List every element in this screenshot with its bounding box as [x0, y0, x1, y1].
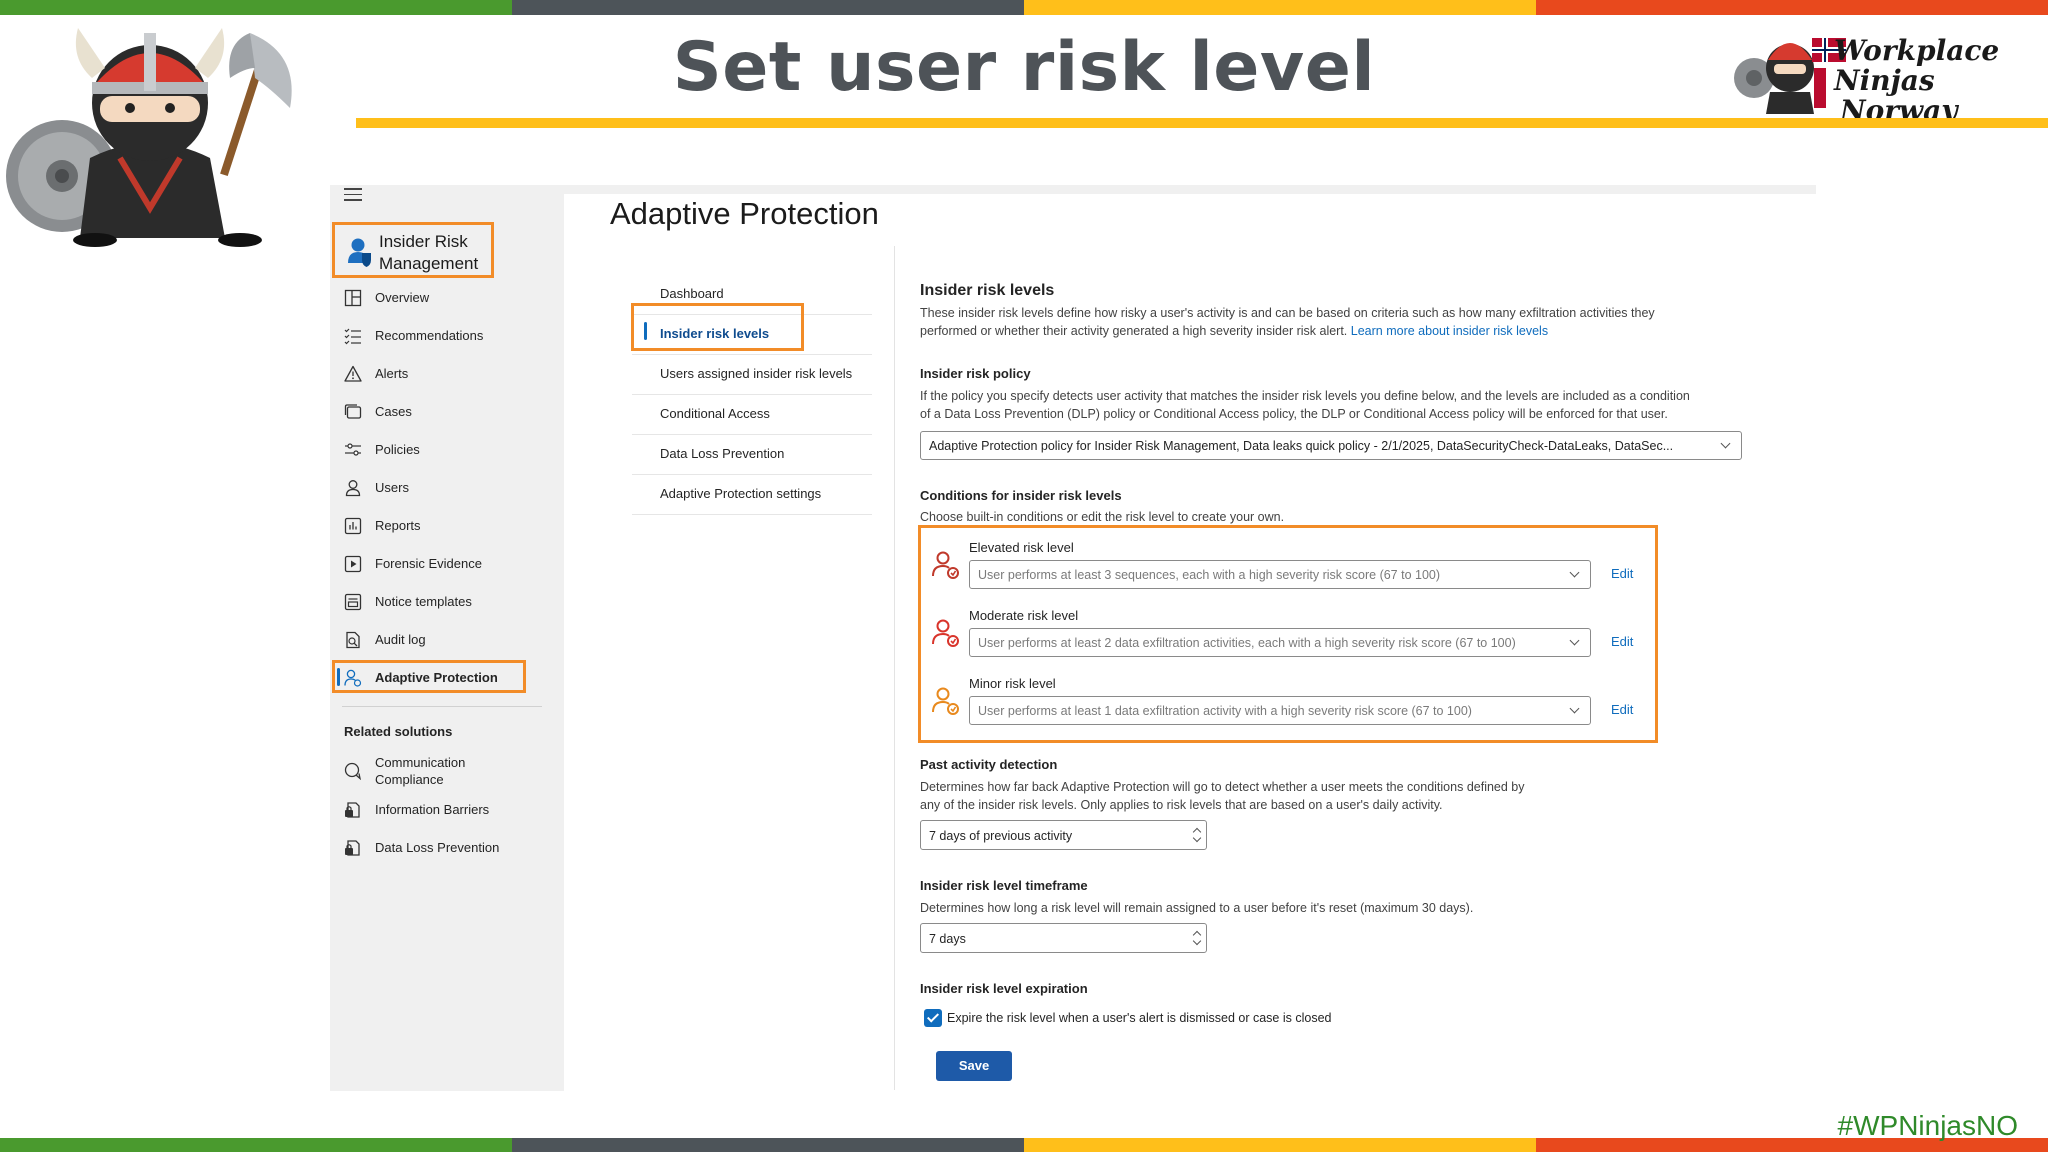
past-activity-spinner[interactable]: 7 days of previous activity	[920, 820, 1207, 850]
elevated-risk-user-icon	[932, 551, 959, 579]
active-tab-indicator	[644, 322, 647, 340]
moderate-risk-label: Moderate risk level	[969, 608, 1079, 623]
sidebar-item-recommendations[interactable]: Recommendations	[330, 320, 564, 352]
expiration-title: Insider risk level expiration	[920, 981, 1088, 996]
insider-risk-icon	[348, 238, 371, 267]
minor-risk-user-icon	[932, 687, 959, 715]
moderate-risk-edit-link[interactable]: Edit	[1611, 634, 1633, 649]
risk-levels-highlight: Elevated risk level User performs at lea…	[918, 525, 1658, 743]
conditions-title: Conditions for insider risk levels	[920, 488, 1122, 503]
levels-description: These insider risk levels define how ris…	[920, 306, 1655, 338]
sidebar-item-alerts[interactable]: Alerts	[330, 358, 564, 390]
app-header-insider-risk-management[interactable]: Insider Risk Management	[332, 222, 494, 278]
hamburger-menu-icon[interactable]	[344, 188, 362, 205]
vertical-separator	[894, 246, 895, 1090]
active-indicator	[337, 668, 340, 686]
tab-users-assigned-risk-levels[interactable]: Users assigned insider risk levels	[632, 355, 872, 395]
active-item-highlight	[332, 660, 526, 693]
chevron-down-icon	[1720, 438, 1731, 449]
user-icon	[345, 480, 361, 497]
chevron-down-icon	[1569, 567, 1580, 578]
moderate-risk-dropdown[interactable]: User performs at least 2 data exfiltrati…	[969, 628, 1591, 657]
sidebar-item-audit-log[interactable]: Audit log	[330, 624, 564, 656]
sidebar-item-overview[interactable]: Overview	[330, 282, 564, 314]
minor-risk-dropdown[interactable]: User performs at least 1 data exfiltrati…	[969, 696, 1591, 725]
chevron-down-icon	[1569, 703, 1580, 714]
tab-conditional-access[interactable]: Conditional Access	[632, 395, 872, 435]
minor-risk-edit-link[interactable]: Edit	[1611, 702, 1633, 717]
conditions-description: Choose built-in conditions or edit the r…	[920, 510, 1285, 524]
warning-icon	[344, 365, 362, 382]
title-underline	[356, 118, 2048, 128]
overview-icon	[344, 289, 362, 307]
active-tab-highlight	[631, 303, 804, 351]
related-solutions-title: Related solutions	[344, 724, 453, 739]
app-title: Insider Risk Management	[379, 232, 479, 273]
policy-description: If the policy you specify detects user a…	[920, 389, 1690, 421]
sidebar-item-forensic-evidence[interactable]: Forensic Evidence	[330, 548, 564, 580]
template-icon	[344, 593, 362, 611]
sidebar-item-policies[interactable]: Policies	[330, 434, 564, 466]
barrier-lock-icon	[345, 802, 360, 818]
timeframe-description: Determines how long a risk level will re…	[920, 901, 1474, 915]
sidebar-item-users[interactable]: Users	[330, 472, 564, 504]
sidebar-item-reports[interactable]: Reports	[330, 510, 564, 542]
sidebar-item-notice-templates[interactable]: Notice templates	[330, 586, 564, 618]
slide-title: Set user risk level	[672, 28, 1376, 107]
dlp-lock-icon	[345, 840, 360, 856]
elevated-risk-row: Elevated risk level User performs at lea…	[921, 528, 1661, 592]
sidebar-divider	[342, 706, 542, 707]
audit-icon	[346, 631, 360, 649]
spin-down-icon[interactable]	[1192, 936, 1202, 946]
chevron-down-icon	[1569, 635, 1580, 646]
tab-adaptive-protection-settings[interactable]: Adaptive Protection settings	[632, 475, 872, 515]
sidebar-item-communication-compliance[interactable]: Communication Compliance	[330, 752, 564, 792]
minor-risk-row: Minor risk level User performs at least …	[921, 664, 1661, 728]
report-icon	[344, 517, 362, 535]
minor-risk-label: Minor risk level	[969, 676, 1056, 691]
timeframe-spinner[interactable]: 7 days	[920, 923, 1207, 953]
elevated-risk-label: Elevated risk level	[969, 540, 1074, 555]
play-icon	[344, 555, 362, 573]
sliders-icon	[345, 443, 361, 456]
sidebar-item-data-loss-prevention[interactable]: Data Loss Prevention	[330, 832, 564, 864]
elevated-risk-dropdown[interactable]: User performs at least 3 sequences, each…	[969, 560, 1591, 589]
bottom-color-bar	[0, 1138, 2048, 1152]
checklist-icon	[344, 328, 361, 345]
timeframe-title: Insider risk level timeframe	[920, 878, 1088, 893]
expire-risk-checkbox[interactable]	[924, 1009, 942, 1027]
past-activity-description: Determines how far back Adaptive Protect…	[920, 780, 1525, 812]
moderate-risk-row: Moderate risk level User performs at lea…	[921, 596, 1661, 660]
save-button[interactable]: Save	[936, 1051, 1012, 1081]
policy-dropdown[interactable]: Adaptive Protection policy for Insider R…	[920, 431, 1742, 460]
elevated-risk-edit-link[interactable]: Edit	[1611, 566, 1633, 581]
sidebar-item-information-barriers[interactable]: Information Barriers	[330, 794, 564, 826]
hashtag: #WPNinjasNO	[1837, 1110, 2018, 1141]
tab-data-loss-prevention[interactable]: Data Loss Prevention	[632, 435, 872, 475]
cases-icon	[344, 404, 362, 419]
sidebar-nav: Insider Risk Management Overview Recomme…	[330, 0, 564, 1152]
learn-more-link[interactable]: Learn more about insider risk levels	[1351, 324, 1548, 338]
past-activity-title: Past activity detection	[920, 757, 1058, 772]
policy-title: Insider risk policy	[920, 366, 1031, 381]
page-title: Adaptive Protection	[610, 196, 879, 231]
spin-down-icon[interactable]	[1192, 833, 1202, 843]
levels-title: Insider risk levels	[920, 282, 1055, 299]
sidebar-item-cases[interactable]: Cases	[330, 396, 564, 428]
expire-risk-label: Expire the risk level when a user's aler…	[947, 1011, 1332, 1025]
chat-icon	[344, 762, 361, 780]
moderate-risk-user-icon	[932, 619, 959, 647]
